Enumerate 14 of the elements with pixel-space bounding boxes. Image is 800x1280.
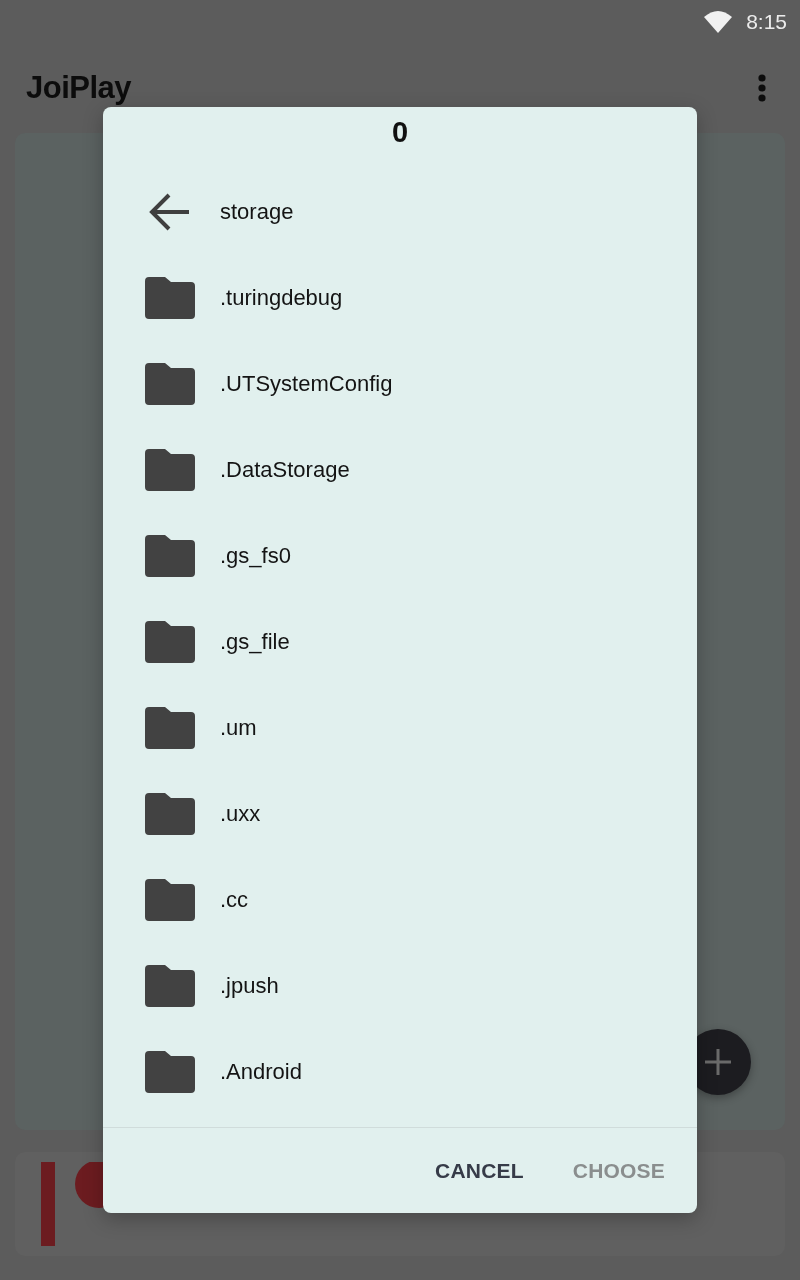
folder-name: .UTSystemConfig xyxy=(220,371,393,397)
folder-name: .um xyxy=(220,715,257,741)
folder-name: .cc xyxy=(220,887,249,913)
folder-name: storage xyxy=(220,199,294,225)
folder-name: .jpush xyxy=(220,973,279,999)
folder-name: .turingdebug xyxy=(220,285,343,311)
dialog-title: 0 xyxy=(391,115,409,149)
folder-name: .Android xyxy=(220,1059,302,1085)
folder-name: .gs_file xyxy=(220,629,290,655)
clock-time: 8:15 xyxy=(746,10,787,34)
folder-name: .gs_fs0 xyxy=(220,543,291,569)
folder-name: .DataStorage xyxy=(220,457,350,483)
folder-name: .uxx xyxy=(220,801,261,827)
app-title: JoiPlay xyxy=(26,70,132,106)
